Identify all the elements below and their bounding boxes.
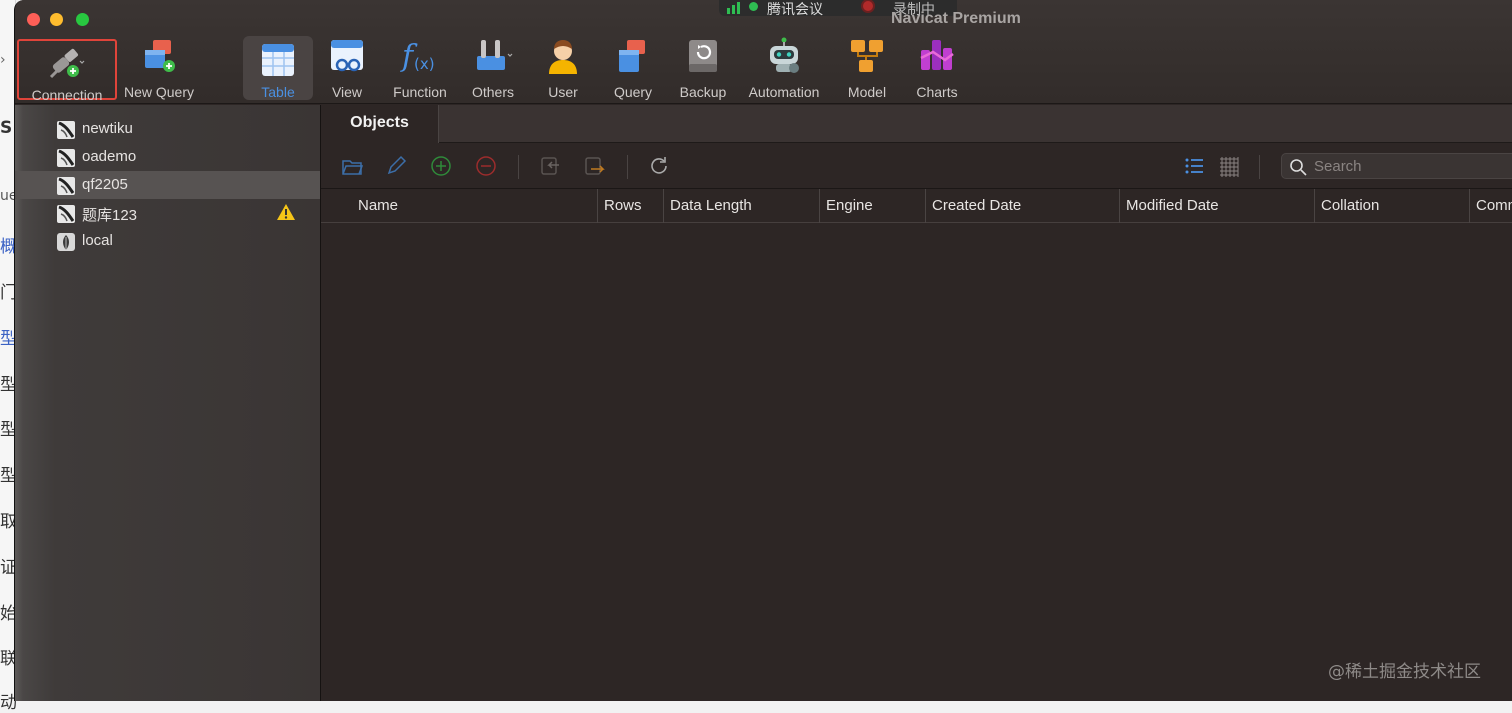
add-circle-icon[interactable]: [430, 155, 452, 177]
model-label: Model: [847, 84, 887, 100]
search-box: [1281, 153, 1512, 179]
search-icon: [1289, 158, 1307, 181]
column-header-created-date[interactable]: Created Date: [925, 189, 1119, 223]
navicat-window: 腾讯会议 录制中 Navicat Premium Connection New …: [14, 0, 1512, 701]
view-icon: [327, 36, 367, 76]
view-label: View: [331, 84, 363, 100]
tab-bar: Objects: [321, 105, 1512, 143]
charts-icon: [917, 36, 957, 76]
plug-add-icon: [47, 43, 87, 83]
column-header-engine[interactable]: Engine: [819, 189, 925, 223]
connection-label: newtiku: [82, 120, 133, 137]
model-icon: [847, 36, 887, 76]
charts-label: Charts: [916, 84, 958, 100]
automation-button[interactable]: Automation: [741, 36, 827, 100]
mysql-connection-icon: [57, 121, 75, 139]
mysql-connection-icon: [57, 205, 75, 223]
window-title: Navicat Premium: [891, 10, 1021, 27]
connection-item-selected[interactable]: qf2205: [15, 171, 320, 199]
column-header-name[interactable]: Name: [352, 189, 597, 223]
column-header-comment[interactable]: Comm: [1469, 189, 1512, 223]
new-query-button[interactable]: New Query: [119, 36, 199, 100]
connection-label: qf2205: [82, 176, 128, 193]
open-folder-icon[interactable]: [341, 155, 364, 177]
export-icon[interactable]: [583, 155, 605, 177]
user-button[interactable]: User: [533, 36, 593, 100]
column-header-collation[interactable]: Collation: [1314, 189, 1469, 223]
model-button[interactable]: Model: [837, 36, 897, 100]
function-button[interactable]: f (x) Function: [385, 36, 455, 100]
connection-label: 题库123: [82, 207, 138, 224]
view-button[interactable]: View: [317, 36, 377, 100]
tools-icon: [473, 36, 513, 76]
objects-panel: Objects Search Name Rows Data Length Eng…: [321, 105, 1512, 701]
search-input[interactable]: [1314, 156, 1512, 176]
column-header-rows[interactable]: Rows: [597, 189, 663, 223]
automation-label: Automation: [748, 84, 820, 100]
user-label: User: [548, 84, 578, 100]
connection-label: oademo: [82, 148, 137, 165]
robot-icon: [764, 36, 804, 76]
function-label: Function: [393, 84, 447, 100]
connections-sidebar: newtiku oademo qf2205 题库123 local: [15, 105, 320, 701]
close-window-button[interactable]: [27, 13, 40, 26]
toolbar-separator: [627, 155, 628, 179]
objects-table-header: Name Rows Data Length Engine Created Dat…: [321, 189, 1512, 223]
connection-item[interactable]: 题库123: [15, 199, 320, 227]
toolbar-separator: [518, 155, 519, 179]
toolbar-separator: [1259, 155, 1260, 179]
edit-pencil-icon[interactable]: [385, 155, 407, 177]
query-button[interactable]: Query: [603, 36, 663, 100]
grid-view-icon[interactable]: [1218, 155, 1240, 177]
zoom-window-button[interactable]: [76, 13, 89, 26]
charts-button[interactable]: Charts: [905, 36, 969, 100]
others-label: Others: [471, 84, 514, 100]
user-icon: [543, 36, 583, 76]
query-icon: [613, 36, 653, 76]
warning-icon[interactable]: [276, 203, 296, 225]
svg-text:(x): (x): [414, 55, 435, 73]
new-query-icon: [139, 36, 179, 76]
column-header-modified-date[interactable]: Modified Date: [1119, 189, 1314, 223]
connection-button[interactable]: Connection: [17, 39, 117, 103]
table-button[interactable]: Table: [243, 36, 313, 100]
function-icon: f (x): [400, 36, 440, 76]
list-view-icon[interactable]: [1183, 155, 1205, 177]
record-icon: [861, 0, 875, 13]
minimize-window-button[interactable]: [50, 13, 63, 26]
objects-toolbar: [321, 143, 1512, 189]
table-icon: [258, 40, 298, 80]
watermark: @稀土掘金技术社区: [1328, 662, 1481, 682]
refresh-icon[interactable]: [648, 155, 670, 177]
table-label: Table: [261, 84, 295, 100]
import-icon[interactable]: [539, 155, 561, 177]
mysql-connection-icon: [57, 177, 75, 195]
mysql-connection-icon: [57, 149, 75, 167]
connection-label: Connection: [31, 87, 103, 103]
remove-circle-icon[interactable]: [475, 155, 497, 177]
connection-item[interactable]: local: [15, 227, 320, 255]
tab-objects[interactable]: Objects: [321, 105, 439, 143]
status-dot-icon: [749, 2, 758, 11]
meeting-label: 腾讯会议: [767, 1, 823, 17]
connection-item[interactable]: newtiku: [15, 115, 320, 143]
connection-item[interactable]: oademo: [15, 143, 320, 171]
connection-label: local: [82, 232, 113, 249]
signal-icon: [727, 1, 741, 14]
title-toolbar: 腾讯会议 录制中 Navicat Premium Connection New …: [15, 0, 1512, 104]
others-button[interactable]: Others: [461, 36, 525, 100]
backup-icon: [683, 36, 723, 76]
mongodb-connection-icon: [57, 233, 75, 251]
backup-label: Backup: [679, 84, 727, 100]
column-header-data-length[interactable]: Data Length: [663, 189, 819, 223]
new-query-label: New Query: [123, 84, 195, 100]
backup-button[interactable]: Backup: [671, 36, 735, 100]
query-label: Query: [613, 84, 653, 100]
